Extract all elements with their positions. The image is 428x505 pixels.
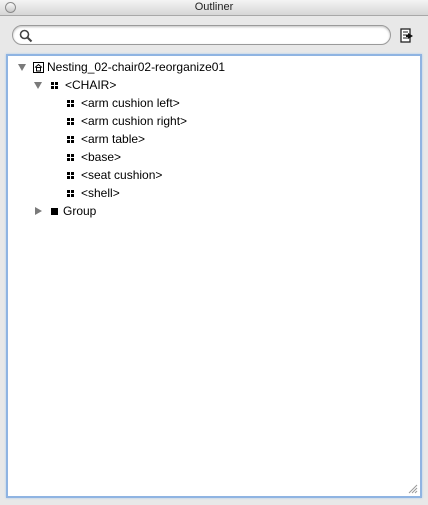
- tree-row-child[interactable]: <arm cushion right>: [8, 112, 420, 130]
- search-input[interactable]: [37, 27, 386, 45]
- outliner-tree[interactable]: Nesting_02-chair02-reorganize01 <CHAIR> …: [6, 54, 422, 498]
- tree-row-child[interactable]: <base>: [8, 148, 420, 166]
- title-bar: Outliner: [0, 0, 428, 16]
- export-icon[interactable]: [399, 27, 417, 45]
- tree-item-label: <shell>: [81, 186, 120, 200]
- disclosure-collapsed-icon[interactable]: [35, 207, 42, 215]
- tree-item-label: <seat cushion>: [81, 168, 163, 182]
- tree-row-child[interactable]: <arm table>: [8, 130, 420, 148]
- search-icon: [19, 29, 33, 43]
- component-icon: [51, 82, 58, 89]
- group-icon: [51, 208, 58, 215]
- tree-item-label: <arm cushion right>: [81, 114, 188, 128]
- component-icon: [67, 118, 74, 125]
- tree-row-root[interactable]: Nesting_02-chair02-reorganize01: [8, 58, 420, 76]
- tree-item-label: <CHAIR>: [65, 78, 117, 92]
- tree-row-child[interactable]: <arm cushion left>: [8, 94, 420, 112]
- component-icon: [67, 172, 74, 179]
- tree-item-label: Group: [63, 204, 97, 218]
- home-icon: [33, 62, 44, 73]
- disclosure-expanded-icon[interactable]: [34, 82, 42, 89]
- window-title: Outliner: [194, 1, 234, 13]
- tree-row-chair[interactable]: <CHAIR>: [8, 76, 420, 94]
- tree-row-child[interactable]: <shell>: [8, 184, 420, 202]
- component-icon: [67, 154, 74, 161]
- tree-item-label: <arm table>: [81, 132, 146, 146]
- search-field[interactable]: [12, 25, 391, 45]
- component-icon: [67, 190, 74, 197]
- tree-row-child[interactable]: <seat cushion>: [8, 166, 420, 184]
- tree-item-label: <arm cushion left>: [81, 96, 180, 110]
- tree-item-label: <base>: [81, 150, 122, 164]
- resize-grip-icon[interactable]: [408, 484, 418, 494]
- tree-item-label: Nesting_02-chair02-reorganize01: [47, 60, 226, 74]
- component-icon: [67, 136, 74, 143]
- component-icon: [67, 100, 74, 107]
- toolbar: [0, 16, 428, 52]
- tree-row-group[interactable]: Group: [8, 202, 420, 220]
- disclosure-expanded-icon[interactable]: [18, 64, 26, 71]
